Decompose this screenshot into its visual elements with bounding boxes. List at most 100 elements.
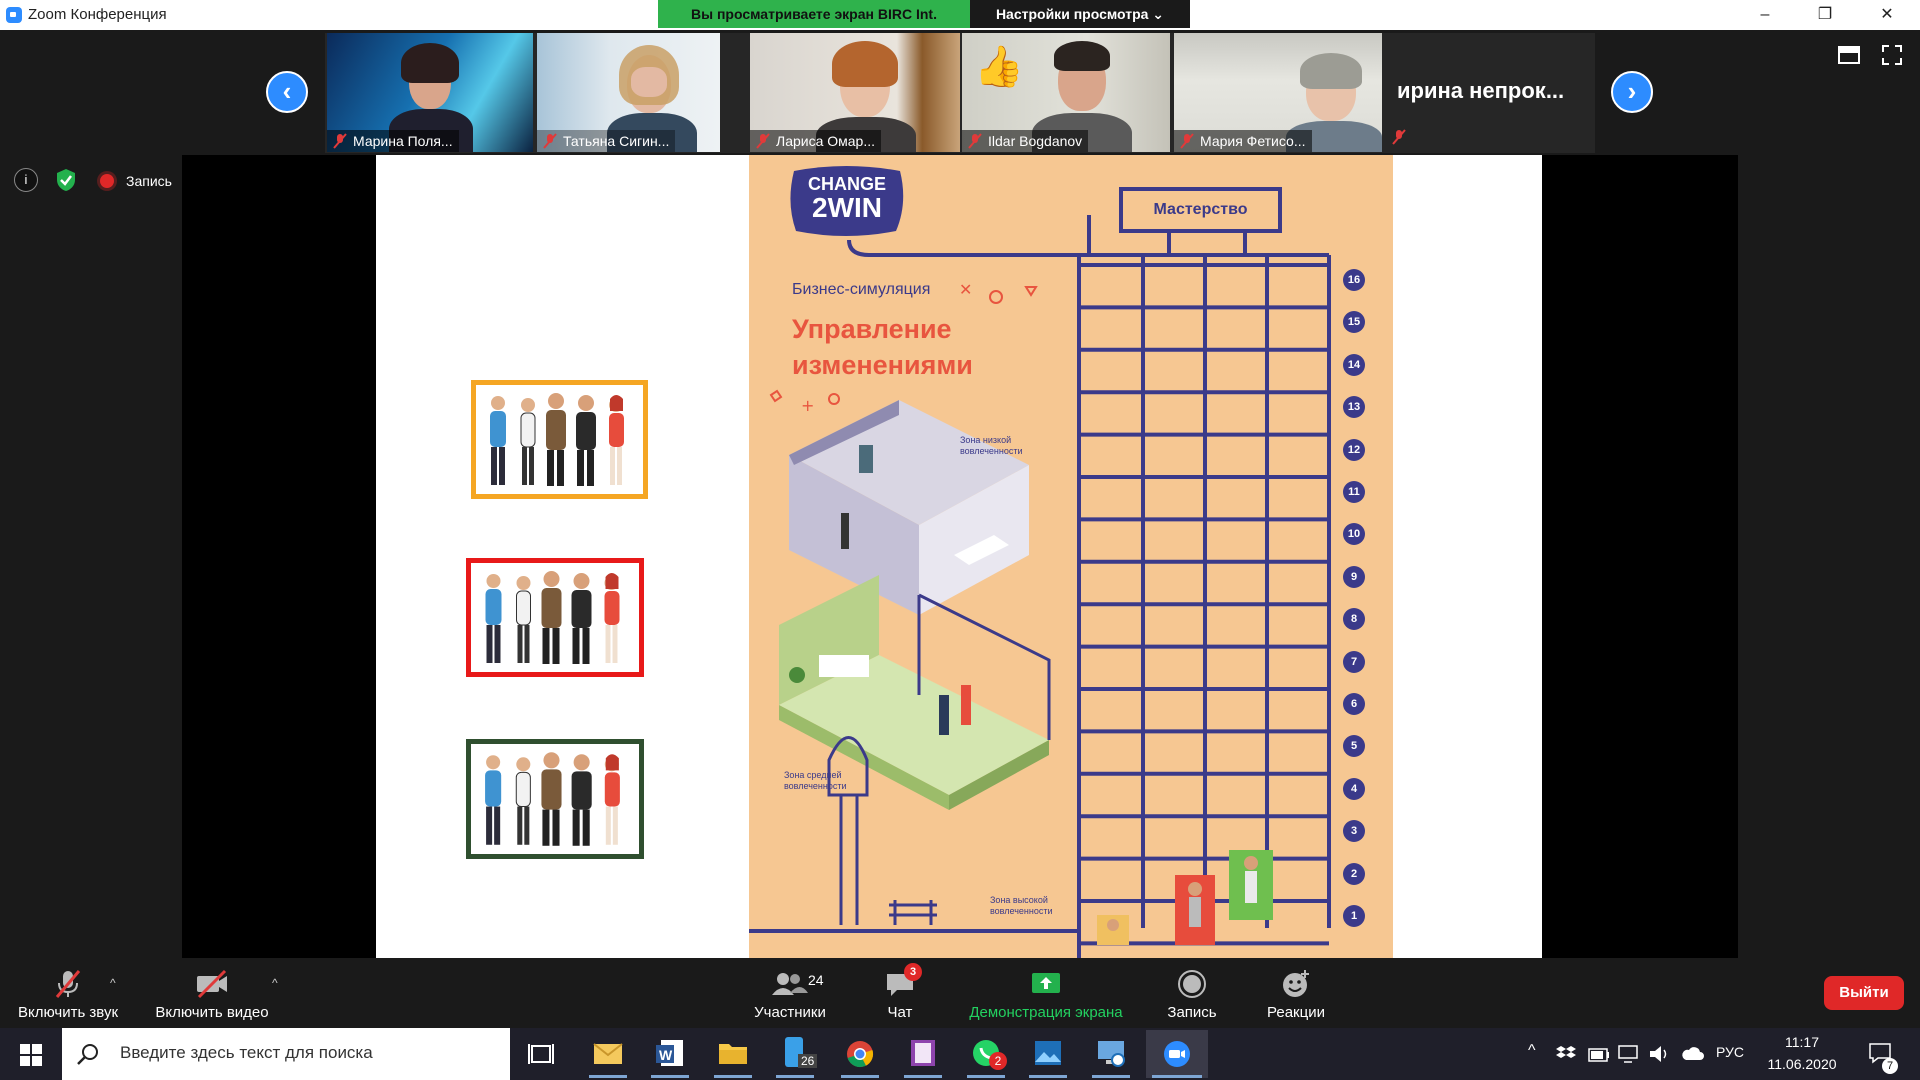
remote-desktop-app[interactable] <box>1086 1030 1136 1078</box>
mail-app[interactable] <box>583 1030 633 1078</box>
task-view-icon[interactable] <box>528 1042 554 1066</box>
fullscreen-icon[interactable] <box>1882 45 1902 65</box>
thumbs-up-icon: 👍 <box>974 45 1024 89</box>
record-button[interactable]: Запись <box>1150 960 1234 1028</box>
participant-name: ирина непрок... <box>1397 78 1565 103</box>
video-off-icon <box>197 969 227 999</box>
share-screen-button[interactable]: Демонстрация экрана <box>958 960 1134 1028</box>
participant-name: Татьяна Сигин... <box>563 133 670 149</box>
participants-button[interactable]: Участники <box>740 960 840 1028</box>
meeting-info-icon[interactable]: i <box>14 168 38 192</box>
level-number: 11 <box>1343 481 1365 503</box>
level-number: 16 <box>1343 269 1365 291</box>
participant-tile[interactable]: 👍 Ildar Bogdanov <box>962 33 1170 152</box>
svg-text:W: W <box>659 1047 673 1063</box>
participants-count: 24 <box>808 972 824 988</box>
chat-label: Чат <box>887 1004 913 1021</box>
folder-icon <box>719 1044 747 1064</box>
clock-time[interactable]: 11:17 <box>1766 1034 1838 1050</box>
photos-app[interactable] <box>1023 1030 1073 1078</box>
business-team-illustration <box>485 571 620 664</box>
participant-tile[interactable]: Марина Поля... <box>327 33 533 152</box>
chrome-app[interactable] <box>835 1030 885 1078</box>
participant-name: Ildar Bogdanov <box>988 133 1083 149</box>
slide-subtitle: Бизнес-симуляция <box>792 281 931 298</box>
mail-envelope-icon <box>593 1043 623 1064</box>
dropbox-icon[interactable] <box>1556 1044 1576 1064</box>
share-screen-icon <box>1032 973 1060 993</box>
minimize-button[interactable]: – <box>1736 0 1794 30</box>
file-explorer-app[interactable] <box>708 1030 758 1078</box>
share-screen-label: Демонстрация экрана <box>969 1004 1123 1021</box>
view-options-button[interactable]: Настройки просмотра ⌄ <box>970 0 1190 28</box>
unmute-button[interactable]: Включить звук <box>8 960 128 1028</box>
phone-app[interactable]: 26 <box>770 1030 820 1078</box>
speaker-view-icon[interactable] <box>1838 46 1860 64</box>
start-video-label: Включить видео <box>155 1004 269 1021</box>
recording-dot-icon <box>100 174 114 188</box>
zoom-app[interactable] <box>1146 1030 1208 1078</box>
zoom-app-icon <box>6 7 22 23</box>
business-team-illustration <box>490 393 624 486</box>
input-language[interactable]: РУС <box>1716 1044 1744 1060</box>
level-number: 6 <box>1343 693 1365 715</box>
slide-title-line1: Управление <box>792 314 952 344</box>
encryption-shield-icon[interactable] <box>55 168 77 192</box>
muted-mic-icon <box>756 133 770 149</box>
word-app[interactable]: W <box>645 1030 695 1078</box>
restore-button[interactable]: ❐ <box>1796 0 1854 30</box>
clock-date[interactable]: 11.06.2020 <box>1760 1056 1844 1072</box>
muted-mic-icon <box>1180 133 1194 149</box>
zone-high-label: Зона высокой вовлеченности <box>990 895 1053 916</box>
participant-tile[interactable]: Татьяна Сигин... <box>537 33 720 152</box>
whatsapp-app[interactable]: 2 <box>961 1030 1011 1078</box>
photos-icon <box>1035 1041 1061 1065</box>
participants-label: Участники <box>754 1004 826 1021</box>
recording-label[interactable]: Запись <box>126 173 172 189</box>
word-icon: W <box>656 1040 683 1066</box>
level-number: 12 <box>1343 438 1365 461</box>
phone-badge: 26 <box>798 1054 818 1068</box>
svg-text:+: + <box>801 396 814 415</box>
close-window-button[interactable]: ✕ <box>1858 0 1916 30</box>
volume-icon[interactable] <box>1648 1044 1670 1064</box>
participant-name: Мария Фетисо... <box>1200 133 1306 149</box>
participant-tile[interactable]: Мария Фетисо... <box>1174 33 1382 152</box>
search-icon <box>77 1044 98 1065</box>
onenote-app[interactable] <box>898 1030 948 1078</box>
notebook-icon <box>911 1040 935 1066</box>
start-video-button[interactable]: Включить видео <box>146 960 278 1028</box>
tray-overflow-chevron-icon[interactable]: ^ <box>1528 1042 1536 1060</box>
next-page-arrow-icon[interactable]: › <box>1611 71 1653 113</box>
participant-tile[interactable]: Лариса Омар... <box>750 33 960 152</box>
reactions-label: Реакции <box>1267 1004 1325 1021</box>
board-lines: ✕ + <box>749 215 1331 958</box>
zone-low-label: Зона низкой вовлеченности <box>960 435 1023 456</box>
prev-page-arrow-icon[interactable]: ‹ <box>266 71 308 113</box>
video-options-chevron-icon[interactable]: ^ <box>272 976 278 990</box>
level-number: 9 <box>1343 565 1365 588</box>
reactions-button[interactable]: Реакции <box>1250 960 1342 1028</box>
zone-mid-label: Зона средней вовлеченности <box>784 770 847 791</box>
notification-count: 7 <box>1882 1058 1898 1074</box>
taskbar-search-box[interactable]: Введите здесь текст для поиска <box>62 1028 510 1080</box>
level-number: 2 <box>1343 862 1365 885</box>
network-icon[interactable] <box>1618 1044 1640 1064</box>
level-number: 14 <box>1343 353 1365 376</box>
level-number: 7 <box>1343 650 1365 673</box>
level-number: 4 <box>1343 777 1365 800</box>
participant-name: Лариса Омар... <box>776 133 876 149</box>
onedrive-cloud-icon[interactable] <box>1680 1044 1704 1062</box>
participants-icon <box>772 973 808 995</box>
chat-unread-badge: 3 <box>904 963 922 981</box>
unmute-label: Включить звук <box>17 1004 119 1021</box>
record-icon <box>1178 970 1206 998</box>
muted-mic-icon <box>333 133 347 149</box>
audio-options-chevron-icon[interactable]: ^ <box>110 976 116 990</box>
participant-name: Марина Поля... <box>353 133 453 149</box>
windows-start-icon[interactable] <box>20 1044 42 1066</box>
battery-icon[interactable] <box>1588 1048 1610 1062</box>
muted-mic-icon <box>543 133 557 149</box>
screen-share-banner: Вы просматриваете экран BIRC Int. <box>658 0 970 28</box>
leave-meeting-button[interactable]: Выйти <box>1824 976 1904 1010</box>
